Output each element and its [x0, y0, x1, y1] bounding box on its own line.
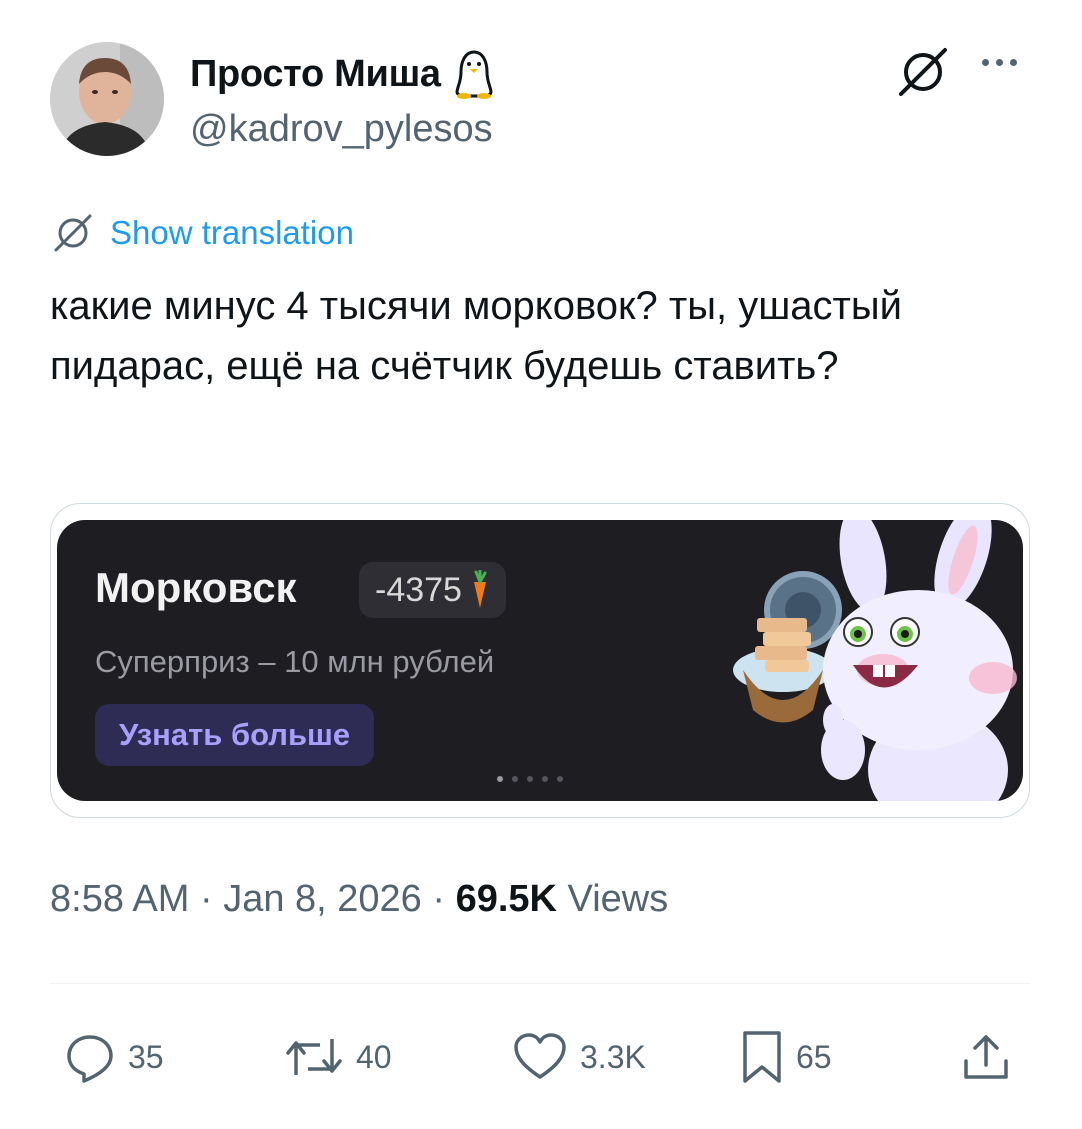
- translate-icon: [54, 214, 92, 252]
- meta-separator: ·: [421, 878, 456, 920]
- meta-separator: ·: [189, 878, 224, 920]
- like-icon: [514, 1033, 566, 1079]
- avatar-photo: [50, 42, 164, 156]
- show-translation-link[interactable]: Show translation: [50, 210, 354, 256]
- repost-count: 40: [356, 1038, 392, 1075]
- author-name[interactable]: Просто Миша: [190, 48, 497, 100]
- author-name-text: Просто Миша: [190, 52, 441, 95]
- carousel-dots: [497, 776, 563, 782]
- tweet-date[interactable]: Jan 8, 2026: [223, 878, 422, 920]
- grok-icon[interactable]: [895, 44, 951, 100]
- balance-value: -4375: [375, 570, 462, 609]
- tweet-text: какие минус 4 тысячи морковок? ты, ушаст…: [50, 284, 902, 388]
- reply-button[interactable]: 35: [64, 1030, 164, 1084]
- more-icon[interactable]: [982, 52, 1026, 72]
- repost-icon: [286, 1039, 342, 1075]
- bookmark-count: 65: [796, 1038, 832, 1075]
- like-count: 3.3K: [580, 1038, 646, 1075]
- carrot-icon: [473, 570, 487, 608]
- reply-count: 35: [128, 1038, 164, 1075]
- balance-chip: -4375: [359, 562, 506, 618]
- promo-banner[interactable]: Морковск -4375 Суперприз – 10 млн рублей…: [57, 520, 1023, 801]
- repost-button[interactable]: 40: [284, 1030, 392, 1084]
- author-handle[interactable]: @kadrov_pylesos: [190, 108, 493, 151]
- bookmark-icon: [743, 1031, 781, 1083]
- rabbit-mascot-image: [733, 520, 1017, 801]
- bookmark-button[interactable]: 65: [740, 1030, 832, 1084]
- avatar[interactable]: [50, 42, 164, 156]
- tweet-media[interactable]: Морковск -4375 Суперприз – 10 млн рублей…: [50, 503, 1030, 818]
- views-count: 69.5K: [455, 878, 557, 920]
- banner-subtitle: Суперприз – 10 млн рублей: [95, 644, 495, 679]
- share-button[interactable]: [960, 1030, 1012, 1084]
- tweet-time[interactable]: 8:58 AM: [50, 878, 189, 920]
- divider: [50, 983, 1030, 984]
- learn-more-button[interactable]: Узнать больше: [95, 704, 375, 766]
- views-label: Views: [557, 878, 669, 920]
- penguin-icon: [455, 50, 493, 99]
- tweet-meta: 8:58 AM · Jan 8, 2026 · 69.5K Views: [50, 878, 668, 921]
- banner-title: Морковск: [95, 564, 297, 611]
- show-translation-label: Show translation: [110, 214, 354, 251]
- reply-icon: [67, 1035, 113, 1083]
- share-icon: [964, 1035, 1008, 1079]
- like-button[interactable]: 3.3K: [512, 1030, 646, 1084]
